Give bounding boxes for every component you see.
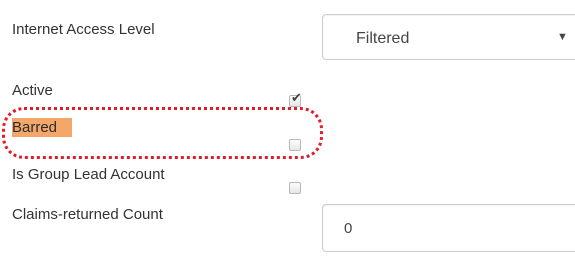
chevron-down-icon: ▼ xyxy=(557,31,568,43)
group-lead-checkbox[interactable] xyxy=(289,182,301,194)
internet-access-level-value: Filtered xyxy=(356,30,410,47)
annotation-ring xyxy=(2,107,323,159)
active-checkbox[interactable]: ✔ xyxy=(289,91,302,107)
checkmark-icon: ✔ xyxy=(291,90,302,105)
group-lead-label: Is Group Lead Account xyxy=(12,166,165,183)
internet-access-level-label: Internet Access Level xyxy=(12,21,155,38)
internet-access-level-select[interactable]: Filtered ▼ xyxy=(322,14,575,60)
claims-returned-label: Claims-returned Count xyxy=(12,206,163,223)
claims-returned-value: 0 xyxy=(344,220,353,237)
claims-returned-input[interactable]: 0 xyxy=(322,204,575,252)
active-label: Active xyxy=(12,82,53,99)
